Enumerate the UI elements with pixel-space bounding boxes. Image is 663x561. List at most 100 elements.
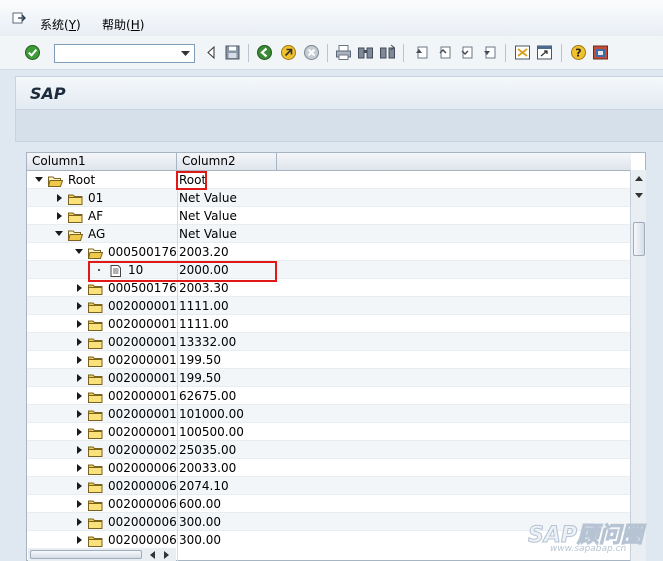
collapsed-triangle-icon[interactable] [54,189,64,207]
column-header-2[interactable]: Column2 [177,153,277,171]
tree-row[interactable]: AF Net Value [27,207,631,225]
collapsed-triangle-icon[interactable] [74,297,84,315]
tree-row[interactable]: 0020000065 2074.10 [27,477,631,495]
scroll-up-icon[interactable] [631,170,646,186]
scroll-down-icon[interactable] [631,187,646,203]
folder-icon [88,282,103,295]
expanded-triangle-icon[interactable] [34,171,44,189]
horizontal-scrollbar[interactable] [28,548,176,561]
application-toolbar [15,110,663,142]
cancel-icon[interactable] [303,44,320,61]
tree-row[interactable]: 0020000011 1111.00 [27,315,631,333]
expanded-triangle-icon[interactable] [74,243,84,261]
collapsed-triangle-icon[interactable] [74,477,84,495]
tree-row[interactable]: AG Net Value [27,225,631,243]
tree-row[interactable]: Root Root [27,171,631,189]
create-shortcut-icon[interactable] [536,44,553,61]
vertical-scrollbar[interactable] [630,170,646,561]
last-page-icon[interactable] [481,44,498,61]
tree-node-label: 0020000012 [108,335,177,349]
tree-control: Column1 Column2 Root Root 01 Net Value AF Net… [26,152,646,561]
tree-node-label: 0020000065 [108,479,177,493]
collapsed-triangle-icon[interactable] [74,351,84,369]
standard-toolbar: ? [0,36,663,70]
tree-node-value: 199.50 [179,353,221,367]
collapse-triangle-icon[interactable] [203,44,220,61]
tree-row[interactable]: 0005001761 2003.20 [27,243,631,261]
help-icon[interactable]: ? [570,44,587,61]
enter-check-icon[interactable] [24,44,41,61]
tree-node-label: 0020000017 [108,407,177,421]
expanded-triangle-icon[interactable] [54,225,64,243]
print-icon[interactable] [335,44,352,61]
save-icon[interactable] [224,44,241,61]
tree-cell-col1: 0020000010 [27,297,177,315]
horizontal-scroll-thumb[interactable] [30,550,142,559]
collapsed-triangle-icon[interactable] [74,405,84,423]
collapsed-triangle-icon[interactable] [74,315,84,333]
tree-node-value: 2074.10 [179,479,229,493]
tree-row[interactable]: 0020000027 25035.00 [27,441,631,459]
tree-row[interactable]: 0020000014 199.50 [27,369,631,387]
column-divider [177,171,178,561]
tree-row[interactable]: 0020000010 1111.00 [27,297,631,315]
tree-node-label: 0020000069 [108,533,177,547]
menu-help[interactable]: 帮助(H) [102,16,144,33]
collapsed-triangle-icon[interactable] [74,387,84,405]
menu-system[interactable]: 系统(Y) [40,16,81,33]
back-icon[interactable] [256,44,273,61]
chevron-down-icon[interactable] [177,45,194,62]
scroll-right-icon[interactable] [160,549,172,560]
next-page-icon[interactable] [458,44,475,61]
tree-row[interactable]: 01 Net Value [27,189,631,207]
first-page-icon[interactable] [413,44,430,61]
tree-row[interactable]: 0020000067 600.00 [27,495,631,513]
collapsed-triangle-icon[interactable] [74,495,84,513]
tree-node-label: 0020000068 [108,515,177,529]
folder-icon [88,390,103,403]
folder-icon [88,318,103,331]
collapsed-triangle-icon[interactable] [74,531,84,548]
tree-node-label: 0020000016 [108,389,177,403]
tree-row[interactable]: 0020000016 62675.00 [27,387,631,405]
collapsed-triangle-icon[interactable] [54,207,64,225]
tree-node-label: 0020000067 [108,497,177,511]
collapsed-triangle-icon[interactable] [74,441,84,459]
tree-cell-col1: AF [27,207,177,225]
folder-icon [88,426,103,439]
folder-icon [88,372,103,385]
scroll-left-icon[interactable] [146,549,158,560]
find-icon[interactable] [357,44,374,61]
tree-node-value: Net Value [179,191,237,205]
exit-menu-icon[interactable] [12,12,26,24]
collapsed-triangle-icon[interactable] [74,513,84,531]
scroll-thumb[interactable] [633,222,645,256]
tree-cell-col1: 0020000016 [27,387,177,405]
tree-row[interactable]: 0020000017 101000.00 [27,405,631,423]
tree-node-value: 20033.00 [179,461,237,475]
previous-page-icon[interactable] [436,44,453,61]
collapsed-triangle-icon[interactable] [74,333,84,351]
collapsed-triangle-icon[interactable] [74,369,84,387]
tree-node-value: 100500.00 [179,425,244,439]
tree-node-label: AG [88,227,106,241]
tree-row[interactable]: 0020000012 13332.00 [27,333,631,351]
command-input[interactable] [57,46,175,61]
collapsed-triangle-icon[interactable] [74,423,84,441]
tree-row[interactable]: 0020000064 20033.00 [27,459,631,477]
layout-menu-icon[interactable] [592,44,609,61]
exit-icon[interactable] [280,44,297,61]
folder-icon [88,498,103,511]
tree-node-label: 0020000010 [108,299,177,313]
tree-row[interactable]: 0020000018 100500.00 [27,423,631,441]
collapsed-triangle-icon[interactable] [74,459,84,477]
folder-icon [68,210,83,223]
tree-node-value: 13332.00 [179,335,237,349]
new-session-icon[interactable] [514,44,531,61]
folder-icon [88,534,103,547]
command-field[interactable] [54,44,195,63]
collapsed-triangle-icon[interactable] [74,279,84,297]
column-header-1[interactable]: Column1 [27,153,177,171]
tree-row[interactable]: 0020000013 199.50 [27,351,631,369]
find-next-icon[interactable] [379,44,396,61]
